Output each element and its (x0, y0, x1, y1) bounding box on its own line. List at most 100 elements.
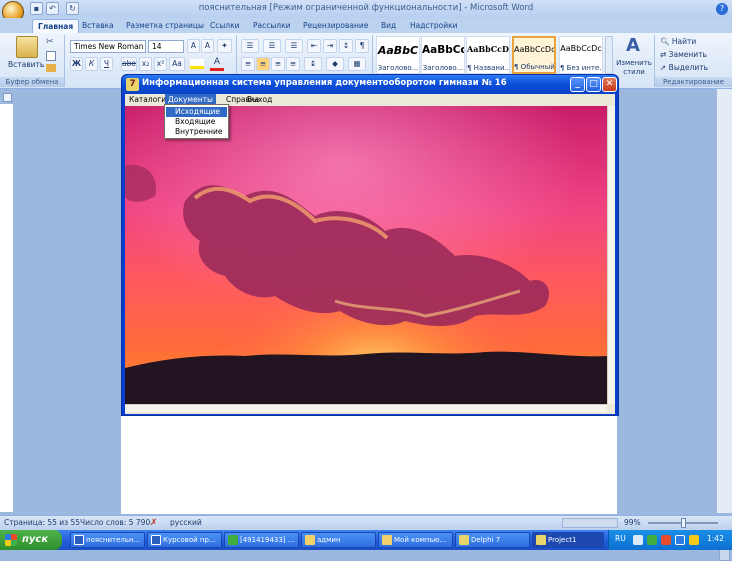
format-painter-icon[interactable] (46, 64, 56, 72)
sort-icon[interactable]: ↕ (339, 39, 353, 53)
clock[interactable]: 1:42 (707, 534, 724, 543)
font-color-icon[interactable]: A (210, 57, 224, 71)
bullets-icon[interactable]: ☰ (241, 39, 259, 53)
task-my-computer[interactable]: Мой компью... (378, 532, 453, 548)
numbering-icon[interactable]: ☰ (263, 39, 281, 53)
select-button[interactable]: ➚ Выделить (660, 63, 708, 72)
tray-icon[interactable] (661, 535, 671, 545)
image-horizontal-scrollbar[interactable] (125, 404, 607, 412)
style-sample: AaBbCcDd (467, 44, 509, 54)
menu-exit[interactable]: Выход (244, 94, 275, 106)
start-label: пуск (22, 534, 49, 545)
task-label: админ (317, 536, 341, 544)
tab-view[interactable]: Вид (376, 19, 401, 33)
justify-icon[interactable]: ≡ (286, 57, 300, 71)
keyboard-language[interactable]: RU (615, 534, 626, 543)
task-coursework[interactable]: Курсовой пр... (147, 532, 222, 548)
change-case-button[interactable]: Aa (169, 57, 185, 71)
grow-font-icon[interactable]: A (187, 39, 200, 53)
style-sample: AaBbCcDc (560, 44, 602, 53)
tab-page-layout[interactable]: Разметка страницы (121, 19, 209, 33)
tray-icon[interactable] (647, 535, 657, 545)
style-title[interactable]: AaBbCcDd ¶ Названи... (466, 36, 510, 74)
tab-addins[interactable]: Надстройки (405, 19, 463, 33)
line-spacing-icon[interactable]: ↨ (304, 57, 322, 71)
tray-icon[interactable] (689, 535, 699, 545)
task-chat[interactable]: [491419433] ... (224, 532, 299, 548)
copy-icon[interactable] (46, 51, 56, 61)
shading-icon[interactable]: ◆ (326, 57, 344, 71)
zoom-slider-thumb[interactable] (681, 518, 686, 528)
tab-insert[interactable]: Вставка (77, 19, 119, 33)
replace-button[interactable]: ⇄ Заменить (660, 50, 707, 59)
find-button[interactable]: 🔍︎ Найти (660, 37, 696, 46)
subscript-button[interactable]: x₂ (139, 57, 152, 71)
change-styles-icon[interactable]: A (622, 35, 644, 57)
superscript-button[interactable]: x² (154, 57, 167, 71)
task-word-doc[interactable]: пояснительн... (70, 532, 145, 548)
delphi-icon (536, 535, 546, 545)
word-count[interactable]: Число слов: 5 790 (80, 518, 150, 527)
minimize-button[interactable]: _ (570, 77, 585, 92)
system-tray: RU 1:42 (608, 530, 732, 550)
show-marks-icon[interactable]: ¶ (355, 39, 369, 53)
clear-format-icon[interactable]: ✦ (217, 39, 232, 53)
borders-icon[interactable]: ▦ (348, 57, 366, 71)
style-heading-2[interactable]: AaBbCc Заголово... (421, 36, 465, 74)
page-counter[interactable]: Страница: 55 из 55 (4, 518, 80, 527)
style-name: Заголово... (377, 64, 419, 72)
increase-indent-icon[interactable]: ⇥ (323, 39, 337, 53)
zoom-level[interactable]: 99% (624, 518, 641, 527)
shrink-font-icon[interactable]: A (201, 39, 214, 53)
font-size-combo[interactable]: 14 (148, 40, 184, 53)
highlight-icon[interactable] (190, 59, 204, 69)
menu-item-internal[interactable]: Внутренние (166, 127, 227, 137)
align-center-icon[interactable]: ≡ (256, 57, 270, 71)
style-normal[interactable]: AaBbCcDc ¶ Обычный (512, 36, 556, 74)
strikethrough-button[interactable]: abe (121, 57, 137, 71)
underline-button[interactable]: Ч (100, 57, 113, 71)
spellcheck-icon[interactable]: ✗ (150, 518, 160, 528)
language-indicator[interactable]: русский (170, 518, 202, 527)
font-name-combo[interactable]: Times New Roman (70, 40, 146, 53)
align-left-icon[interactable]: ≡ (241, 57, 255, 71)
style-heading-1[interactable]: AaBbC Заголово... (376, 36, 420, 74)
task-admin-folder[interactable]: админ (301, 532, 376, 548)
bold-button[interactable]: Ж (70, 57, 83, 71)
decrease-indent-icon[interactable]: ⇤ (307, 39, 321, 53)
menu-item-incoming[interactable]: Входящие (166, 117, 227, 127)
cut-icon[interactable]: ✂ (46, 37, 56, 47)
replace-icon: ⇄ (660, 50, 669, 59)
ruler-tab-selector[interactable] (3, 93, 12, 102)
style-no-spacing[interactable]: AaBbCcDc ¶ Без инте... (559, 36, 603, 74)
multilevel-list-icon[interactable]: ☰ (285, 39, 303, 53)
chat-icon (228, 535, 238, 545)
tab-home[interactable]: Главная (32, 19, 80, 33)
image-vertical-scrollbar[interactable] (607, 106, 615, 404)
tab-review[interactable]: Рецензирование (298, 19, 373, 33)
delphi-title-bar[interactable]: 7 Информационная система управления доку… (122, 75, 618, 94)
tray-icon[interactable] (633, 535, 643, 545)
tab-mailings[interactable]: Рассылки (248, 19, 296, 33)
hills-silhouette (125, 351, 607, 404)
task-project1[interactable]: Project1 (532, 532, 604, 548)
style-name: ¶ Названи... (467, 64, 509, 72)
menu-catalogs[interactable]: Каталоги (126, 94, 169, 106)
help-icon[interactable]: ? (716, 3, 728, 15)
scroll-thumb[interactable] (719, 549, 730, 561)
italic-button[interactable]: К (85, 57, 98, 71)
view-buttons[interactable] (562, 518, 618, 528)
task-delphi[interactable]: Delphi 7 (455, 532, 530, 548)
tray-icon[interactable] (675, 535, 685, 545)
paste-button-label[interactable]: Вставить (8, 60, 44, 69)
styles-scroll-icon[interactable] (605, 36, 613, 74)
change-styles-label[interactable]: Изменить стили (614, 59, 654, 77)
align-right-icon[interactable]: ≡ (271, 57, 285, 71)
word-window-title: пояснительная [Режим ограниченной функци… (198, 3, 534, 13)
maximize-button[interactable]: □ (586, 77, 601, 92)
document-scrollbar[interactable] (716, 89, 732, 561)
close-button[interactable]: ✕ (602, 77, 617, 92)
tab-references[interactable]: Ссылки (205, 19, 244, 33)
paste-icon[interactable] (16, 36, 38, 58)
menu-item-outgoing[interactable]: Исходящие (166, 107, 227, 117)
